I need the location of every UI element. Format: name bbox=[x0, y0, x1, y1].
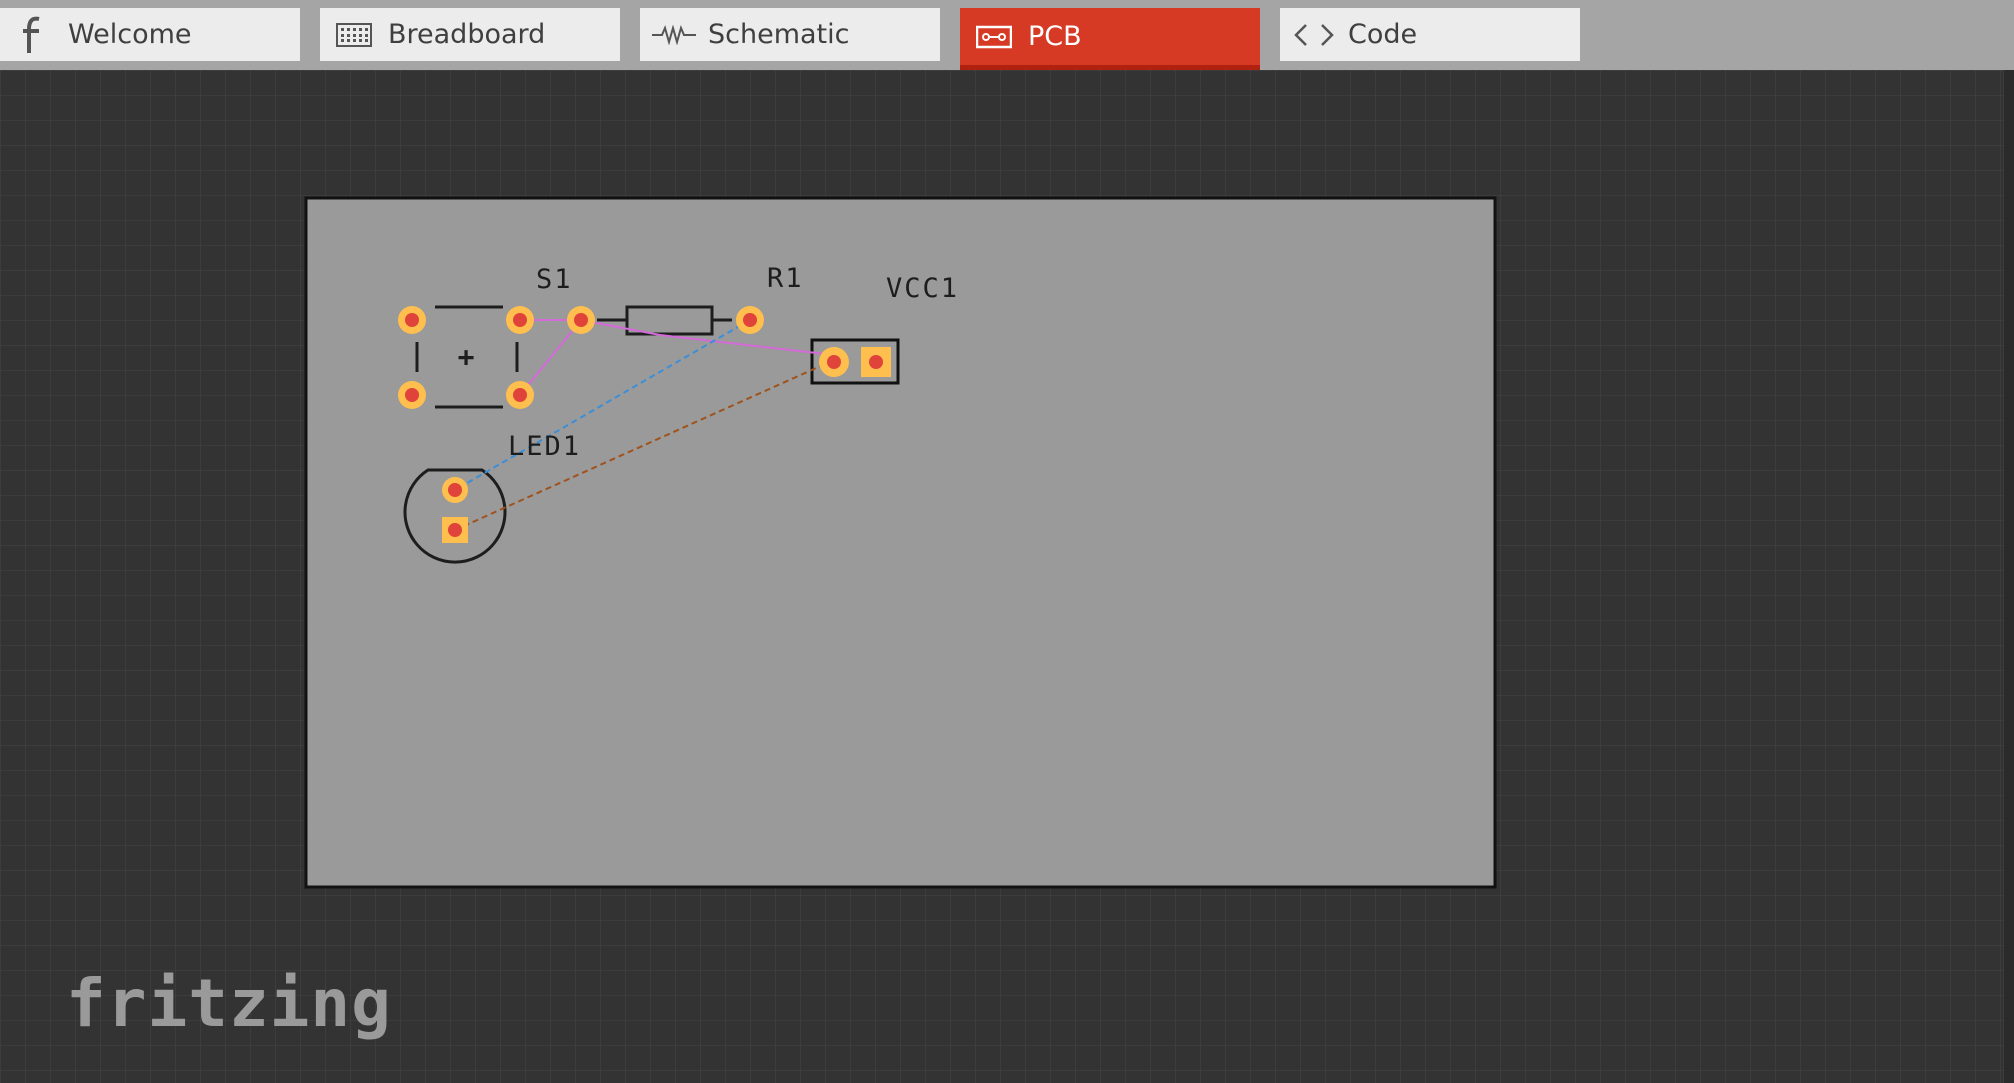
tab-breadboard[interactable]: Breadboard bbox=[320, 8, 620, 61]
pad[interactable] bbox=[567, 306, 595, 334]
pad[interactable] bbox=[442, 477, 468, 503]
pad[interactable] bbox=[398, 381, 426, 409]
pad[interactable] bbox=[506, 381, 534, 409]
label-r1: R1 bbox=[767, 263, 804, 294]
fritzing-f-icon bbox=[12, 16, 56, 53]
tab-welcome[interactable]: Welcome bbox=[0, 8, 300, 61]
pcb-icon bbox=[972, 22, 1016, 52]
pad[interactable] bbox=[442, 517, 468, 543]
pad[interactable] bbox=[861, 347, 891, 377]
pcb-drawing: + S1 R1 VCC1 LED1 bbox=[304, 196, 1497, 889]
tab-label: Welcome bbox=[68, 19, 192, 50]
label-s1: S1 bbox=[536, 264, 573, 295]
label-led1: LED1 bbox=[508, 431, 581, 462]
pad[interactable] bbox=[506, 306, 534, 334]
vertical-scrollbar[interactable] bbox=[2003, 70, 2014, 1083]
resistor-wave-icon bbox=[652, 20, 696, 50]
tab-schematic[interactable]: Schematic bbox=[640, 8, 940, 61]
fritzing-logo: fritzing bbox=[66, 965, 392, 1042]
tab-code[interactable]: Code bbox=[1280, 8, 1580, 61]
tab-label: Breadboard bbox=[388, 19, 546, 50]
code-brackets-icon bbox=[1292, 20, 1336, 50]
tab-label: PCB bbox=[1028, 21, 1082, 52]
label-vcc1: VCC1 bbox=[886, 273, 959, 304]
tab-pcb[interactable]: PCB bbox=[960, 8, 1260, 70]
pcb-canvas[interactable]: + S1 R1 VCC1 LED1 fritzing bbox=[0, 70, 2014, 1083]
view-tab-bar: Welcome Breadboard Schematic PCB Code bbox=[0, 0, 2014, 70]
pad[interactable] bbox=[736, 306, 764, 334]
pad[interactable] bbox=[398, 306, 426, 334]
breadboard-icon bbox=[332, 20, 376, 50]
switch-polarity-label: + bbox=[458, 340, 477, 373]
pad[interactable] bbox=[819, 347, 849, 377]
tab-label: Code bbox=[1348, 19, 1418, 50]
tab-label: Schematic bbox=[708, 19, 850, 50]
